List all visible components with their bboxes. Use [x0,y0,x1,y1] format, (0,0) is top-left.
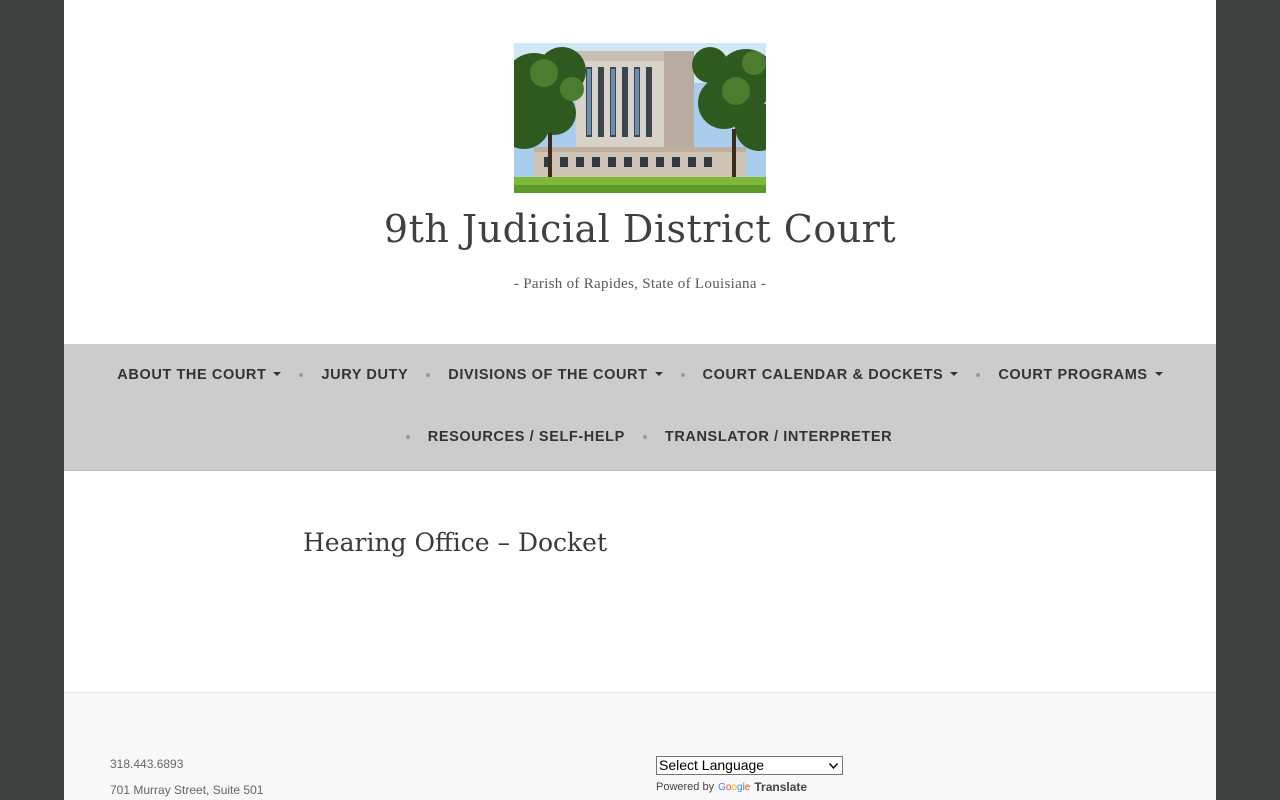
language-select[interactable]: Select Language [656,756,843,775]
nav-item-label: ABOUT THE COURT [117,367,267,383]
page-title: Hearing Office – Docket [303,528,608,557]
nav-row-1: ABOUT THE COURT JURY DUTY DIVISIONS OF T… [64,344,1216,406]
nav-item-label: JURY DUTY [321,367,409,383]
translate-link[interactable]: Translate [754,780,807,794]
nav-item-court-calendar-dockets[interactable]: COURT CALENDAR & DOCKETS [703,367,959,383]
chevron-down-icon [829,763,838,769]
site-header: 9th Judicial District Court - Parish of … [64,0,1216,344]
powered-by-google-translate: Powered by Google Translate [656,780,807,794]
nav-item-jury-duty[interactable]: JURY DUTY [321,367,408,383]
nav-separator [405,435,410,439]
powered-by-label: Powered by [656,781,715,793]
site-logo[interactable] [514,43,766,193]
nav-item-resources-self-help[interactable]: RESOURCES / SELF-HELP [428,429,625,445]
caret-down-icon [950,372,959,376]
nav-separator [642,435,647,439]
nav-separator [426,373,431,377]
site-footer: 318.443.6893 701 Murray Street, Suite 50… [64,692,1216,800]
nav-item-label: COURT CALENDAR & DOCKETS [702,367,944,383]
nav-item-label: TRANSLATOR / INTERPRETER [664,429,893,445]
caret-down-icon [654,372,663,376]
nav-item-label: DIVISIONS OF THE COURT [448,367,648,383]
page-container: 9th Judicial District Court - Parish of … [64,0,1216,800]
nav-item-divisions-of-the-court[interactable]: DIVISIONS OF THE COURT [448,367,663,383]
footer-address: 701 Murray Street, Suite 501 [110,783,264,797]
site-tagline: - Parish of Rapides, State of Louisiana … [513,276,767,292]
nav-separator [680,373,685,377]
courthouse-photo [514,43,766,193]
caret-down-icon [1154,372,1163,376]
nav-row-2: RESOURCES / SELF-HELP TRANSLATOR / INTER… [64,406,1216,468]
nav-item-court-programs[interactable]: COURT PROGRAMS [998,367,1163,383]
main-content: Hearing Office – Docket [64,471,1216,692]
site-title[interactable]: 9th Judicial District Court [64,207,1216,251]
google-logo: Google [718,781,751,793]
nav-item-about-the-court[interactable]: ABOUT THE COURT [117,367,282,383]
footer-phone[interactable]: 318.443.6893 [110,757,183,771]
main-navigation: ABOUT THE COURT JURY DUTY DIVISIONS OF T… [64,344,1216,471]
language-select-value: Select Language [659,757,765,773]
nav-item-label: COURT PROGRAMS [998,367,1148,383]
nav-separator [976,373,981,377]
nav-item-label: RESOURCES / SELF-HELP [427,429,625,445]
caret-down-icon [273,372,282,376]
nav-item-translator-interpreter[interactable]: TRANSLATOR / INTERPRETER [665,429,892,445]
nav-separator [299,373,304,377]
